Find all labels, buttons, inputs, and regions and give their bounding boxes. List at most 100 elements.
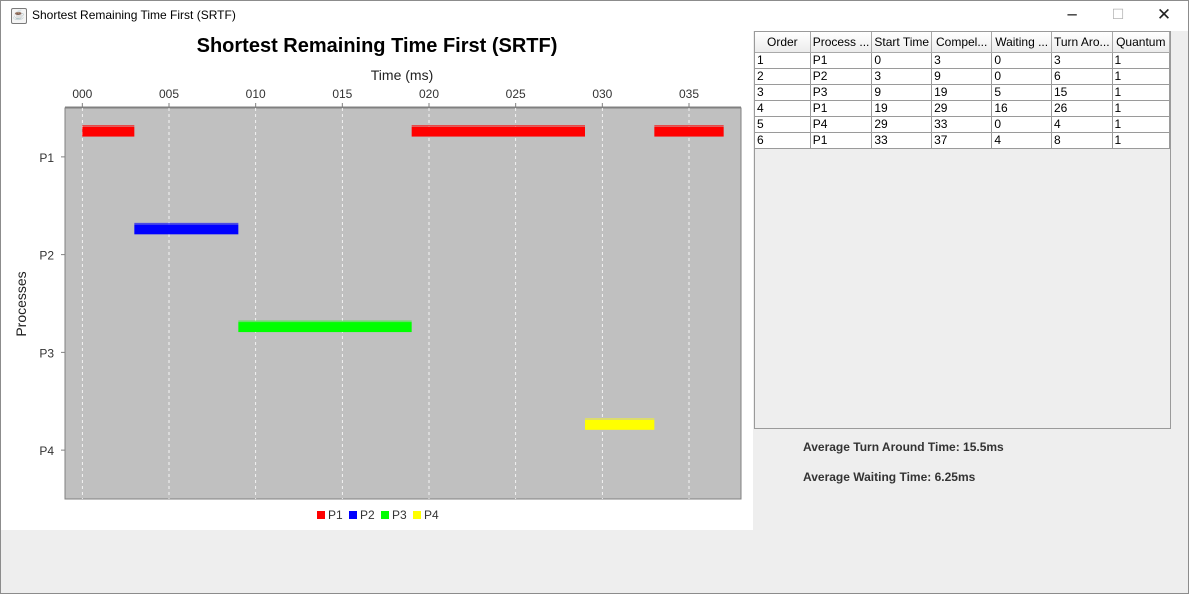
table-row[interactable]: 3 P3 9 19 5 15 1 [755,84,1171,101]
table-row[interactable]: 5 P4 29 33 0 4 1 [755,116,1171,133]
column-header[interactable]: Waiting ... [991,32,1052,53]
table-cell: 1 [1112,132,1171,149]
x-tick-label: 035 [679,87,699,101]
table-cell: 3 [871,68,933,85]
table-cell: 33 [931,116,993,133]
app-window: ☕ Shortest Remaining Time First (SRTF) ─… [0,0,1189,594]
column-header[interactable]: Compel... [931,32,993,53]
column-header[interactable]: Process ... [810,32,873,53]
column-header[interactable]: Start Time [871,32,933,53]
table-cell: 16 [991,100,1052,117]
legend-swatch-p2 [349,511,357,519]
table-cell: 26 [1051,100,1113,117]
table-cell: 3 [931,52,993,69]
legend-label: P1 [328,508,343,522]
table-cell: P4 [810,116,873,133]
table-cell: P2 [810,68,873,85]
task-bar-p3 [238,322,412,333]
table-header-row: Order Process ... Start Time Compel... Waiti… [755,32,1171,53]
chart-title: Shortest Remaining Time First (SRTF) [197,35,558,57]
title-bar[interactable]: ☕ Shortest Remaining Time First (SRTF) ─… [1,1,1188,31]
table-cell: 9 [931,68,993,85]
table-cell: P1 [810,52,873,69]
table-cell: 4 [1051,116,1113,133]
table-row[interactable]: 6 P1 33 37 4 8 1 [755,132,1171,149]
plot-background [64,107,742,500]
legend-swatch-p4 [413,511,421,519]
table-cell: 9 [871,84,933,101]
task-bar-p1 [82,126,135,137]
maximize-button[interactable]: ☐ [1095,1,1141,31]
table-cell: 37 [931,132,993,149]
y-axis-label: Processes [13,271,29,336]
table-cell: 29 [931,100,993,117]
legend-swatch-p1 [317,511,325,519]
legend-label: P3 [392,508,407,522]
gantt-chart: Shortest Remaining Time First (SRTF) Tim… [13,35,742,522]
x-tick-label: 025 [506,87,526,101]
table-cell: 1 [1112,116,1171,133]
table-cell: 0 [991,116,1052,133]
y-tick-label: P4 [39,444,54,458]
avg-waiting-label: Average Waiting Time: 6.25ms [803,470,976,484]
table-row[interactable]: 4 P1 19 29 16 26 1 [755,100,1171,117]
table-cell: 2 [755,68,811,85]
table-cell: 15 [1051,84,1113,101]
table-cell: 1 [1112,68,1171,85]
x-tick-label: 020 [419,87,439,101]
table-cell: P1 [810,132,873,149]
table-body: 1 P1 0 3 0 3 1 2 P2 3 9 0 6 1 3 P3 9 19 5 15 1 4 P1 19 29 16 26 1 5 P… [755,52,1171,149]
table-cell: 0 [991,52,1052,69]
x-tick-label: 000 [72,87,92,101]
x-axis-label: Time (ms) [371,67,433,83]
table-row[interactable]: 1 P1 0 3 0 3 1 [755,52,1171,69]
legend-swatch-p3 [381,511,389,519]
x-tick-label: 015 [332,87,352,101]
table-cell: 3 [1051,52,1113,69]
table-cell: P1 [810,100,873,117]
table-cell: P3 [810,84,873,101]
legend-label: P2 [360,508,375,522]
table-cell: 5 [991,84,1052,101]
table-cell: 6 [755,132,811,149]
task-bar-p2 [134,224,239,235]
chart-legend: P1 P2 P3 P4 [317,508,439,522]
task-bar-p1 [411,126,585,137]
legend-label: P4 [424,508,439,522]
avg-turnaround-label: Average Turn Around Time: 15.5ms [803,440,1004,454]
window-title: Shortest Remaining Time First (SRTF) [32,8,236,22]
column-header[interactable]: Order [755,32,811,53]
x-tick-label: 005 [159,87,179,101]
plot-area: 000 005 010 015 020 025 030 035 P1 P2 P3 P4 [39,87,742,500]
column-header[interactable]: Turn Aro... [1051,32,1113,53]
y-tick-label: P2 [39,249,54,263]
x-tick-label: 030 [592,87,612,101]
gantt-chart-panel: Shortest Remaining Time First (SRTF) Tim… [1,31,753,530]
table-cell: 5 [755,116,811,133]
column-header[interactable]: Quantum [1112,32,1171,53]
close-button[interactable]: ✕ [1141,1,1187,31]
table-cell: 1 [1112,84,1171,101]
y-tick-label: P3 [39,346,54,360]
table-cell: 29 [871,116,933,133]
table-cell: 1 [755,52,811,69]
table-cell: 8 [1051,132,1113,149]
table-row[interactable]: 2 P2 3 9 0 6 1 [755,68,1171,85]
table-cell: 3 [755,84,811,101]
results-table-panel[interactable]: Order Process ... Start Time Compel... Waiti… [754,31,1171,429]
table-cell: 0 [991,68,1052,85]
minimize-button[interactable]: ─ [1049,1,1095,31]
table-cell: 33 [871,132,933,149]
table-cell: 0 [871,52,933,69]
x-tick-label: 010 [246,87,266,101]
table-cell: 4 [991,132,1052,149]
table-cell: 19 [931,84,993,101]
task-bar-p1 [654,126,724,137]
table-cell: 6 [1051,68,1113,85]
java-cup-icon: ☕ [11,8,27,24]
y-tick-label: P1 [39,151,54,165]
table-cell: 1 [1112,100,1171,117]
results-table: Order Process ... Start Time Compel... Waiti… [755,32,1171,149]
table-cell: 1 [1112,52,1171,69]
table-cell: 19 [871,100,933,117]
